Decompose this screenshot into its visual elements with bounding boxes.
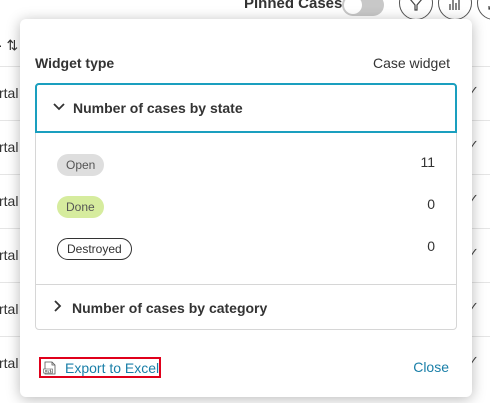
background-cell: rtal (0, 139, 19, 155)
chevron-down-icon (53, 103, 65, 111)
pinned-cases-toggle[interactable] (342, 0, 384, 16)
state-row-done: Done 0 (36, 196, 456, 226)
status-badge-open: Open (57, 154, 105, 176)
status-badge-destroyed: Destroyed (57, 238, 132, 260)
filter-icon (410, 0, 422, 11)
status-badge-done: Done (57, 196, 104, 218)
state-count-destroyed: 0 (427, 238, 435, 254)
state-count-open: 11 (420, 154, 435, 170)
pinned-cases-label: Pinned Cases (244, 0, 343, 12)
widget-info-dialog: Widget type Case widget Number of cases … (20, 19, 472, 397)
widget-type-value: Case widget (372, 55, 450, 71)
arrows-icon (488, 6, 490, 10)
accordion-title: Number of cases by state (73, 100, 243, 116)
filter-button[interactable] (399, 0, 433, 20)
excel-file-icon (43, 361, 56, 375)
export-to-excel-label: Export to Excel (65, 360, 160, 376)
state-row-destroyed: Destroyed 0 (36, 238, 456, 268)
accordion-header-cases-by-state[interactable]: Number of cases by state (35, 83, 457, 133)
cases-accordion: Number of cases by state Open 11 Done 0 … (35, 83, 457, 330)
collapse-button[interactable] (477, 0, 490, 20)
accordion-title: Number of cases by category (72, 300, 268, 316)
background-cell: rtal (0, 301, 19, 317)
bar-chart-icon (449, 0, 460, 10)
background-cell: rtal (0, 247, 19, 263)
chevron-right-icon (54, 300, 62, 312)
background-sort-header: · ⇅ (0, 37, 19, 53)
page-background: Pinned Cases · ⇅ s rtal ✓ rtal ✓ rtal ✓ (0, 0, 490, 403)
state-count-done: 0 (427, 196, 435, 212)
background-cell: rtal (0, 85, 19, 101)
statistics-button[interactable] (438, 0, 472, 20)
widget-type-label: Widget type (35, 55, 115, 71)
accordion-header-cases-by-category[interactable]: Number of cases by category (36, 284, 456, 329)
state-row-open: Open 11 (36, 154, 456, 184)
cases-by-state-panel: Open 11 Done 0 Destroyed 0 (36, 132, 456, 285)
background-cell: rtal (0, 355, 19, 371)
close-button[interactable]: Close (413, 359, 449, 375)
export-to-excel-button[interactable]: Export to Excel (39, 357, 161, 378)
background-cell: rtal (0, 193, 19, 209)
